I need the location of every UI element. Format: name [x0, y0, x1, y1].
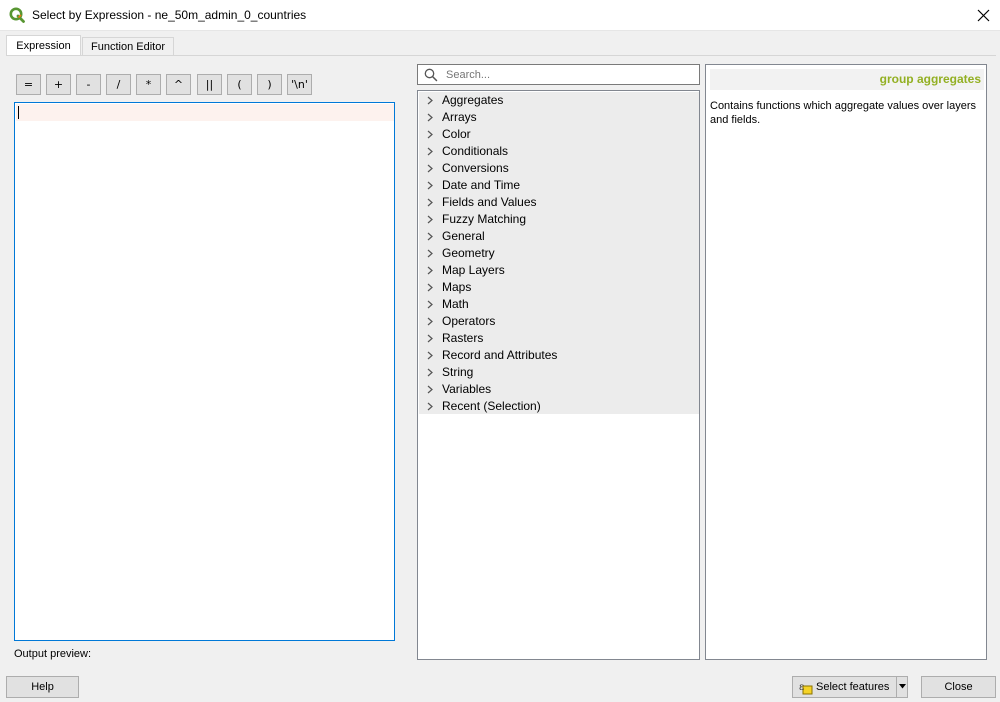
tree-group-label: General: [442, 229, 485, 243]
expression-editor[interactable]: [14, 102, 395, 641]
search-box[interactable]: [417, 64, 700, 85]
operator-power-button[interactable]: ^: [166, 74, 191, 95]
search-input[interactable]: [444, 66, 694, 83]
tree-group-label: Conversions: [442, 161, 509, 175]
operator-close-paren-button[interactable]: ): [257, 74, 282, 95]
tree-group-label: Recent (Selection): [442, 399, 541, 413]
chevron-down-icon: [899, 684, 906, 689]
select-features-label: Select features: [816, 681, 890, 693]
tree-group-item[interactable]: Conditionals: [419, 143, 699, 160]
tree-group-item[interactable]: Aggregates: [419, 92, 699, 109]
chevron-right-icon: [427, 266, 433, 275]
chevron-right-icon: [427, 181, 433, 190]
tree-group-label: Arrays: [442, 110, 477, 124]
operator-newline-button[interactable]: '\n': [287, 74, 312, 95]
tab-pane-border: [6, 55, 996, 56]
tree-group-label: Rasters: [442, 331, 484, 345]
chevron-right-icon: [427, 96, 433, 105]
chevron-right-icon: [427, 300, 433, 309]
operator-divide-button[interactable]: /: [106, 74, 131, 95]
chevron-right-icon: [427, 368, 433, 377]
chevron-right-icon: [427, 113, 433, 122]
qgis-logo-icon: [9, 7, 25, 23]
tree-group-label: Fuzzy Matching: [442, 212, 527, 226]
select-by-expression-icon: ε: [799, 682, 813, 695]
svg-text:ε: ε: [799, 682, 804, 693]
chevron-right-icon: [427, 215, 433, 224]
operator-concat-button[interactable]: ||: [197, 74, 222, 95]
operator-plus-button[interactable]: +: [46, 74, 71, 95]
tab-function-editor[interactable]: Function Editor: [82, 37, 174, 56]
operator-multiply-button[interactable]: *: [136, 74, 161, 95]
tree-group-item[interactable]: Recent (Selection): [419, 398, 699, 415]
tree-group-item[interactable]: String: [419, 364, 699, 381]
tree-group-label: Geometry: [442, 246, 495, 260]
tree-group-item[interactable]: General: [419, 228, 699, 245]
close-icon[interactable]: [976, 8, 991, 23]
tree-group-item[interactable]: Color: [419, 126, 699, 143]
chevron-right-icon: [427, 249, 433, 258]
chevron-right-icon: [427, 402, 433, 411]
help-button[interactable]: Help: [6, 676, 79, 698]
tree-group-label: Date and Time: [442, 178, 521, 192]
tree-group-label: Fields and Values: [442, 195, 537, 209]
operator-open-paren-button[interactable]: (: [227, 74, 252, 95]
help-description: Contains functions which aggregate value…: [710, 100, 976, 126]
tree-group-item[interactable]: Operators: [419, 313, 699, 330]
select-features-dropdown[interactable]: [896, 677, 907, 697]
operator-minus-button[interactable]: -: [76, 74, 101, 95]
tree-group-label: Operators: [442, 314, 496, 328]
chevron-right-icon: [427, 334, 433, 343]
chevron-right-icon: [427, 317, 433, 326]
chevron-right-icon: [427, 385, 433, 394]
chevron-right-icon: [427, 147, 433, 156]
tree-group-label: Maps: [442, 280, 472, 294]
help-panel: group aggregates Contains functions whic…: [705, 64, 987, 660]
tree-group-label: String: [442, 365, 474, 379]
chevron-right-icon: [427, 198, 433, 207]
chevron-right-icon: [427, 232, 433, 241]
tree-group-label: Map Layers: [442, 263, 505, 277]
tree-group-item[interactable]: Map Layers: [419, 262, 699, 279]
tree-group-item[interactable]: Date and Time: [419, 177, 699, 194]
tree-group-label: Color: [442, 127, 471, 141]
tree-group-item[interactable]: Geometry: [419, 245, 699, 262]
chevron-right-icon: [427, 283, 433, 292]
current-line-highlight: [16, 104, 394, 121]
tree-group-item[interactable]: Maps: [419, 279, 699, 296]
chevron-right-icon: [427, 351, 433, 360]
tab-expression[interactable]: Expression: [6, 35, 81, 56]
chevron-right-icon: [427, 164, 433, 173]
tree-group-item[interactable]: Fields and Values: [419, 194, 699, 211]
select-features-main[interactable]: ε Select features: [793, 677, 896, 697]
tree-group-label: Conditionals: [442, 144, 509, 158]
tree-group-item[interactable]: Arrays: [419, 109, 699, 126]
tree-group-label: Math: [442, 297, 469, 311]
tree-group-item[interactable]: Conversions: [419, 160, 699, 177]
text-caret: [18, 106, 19, 119]
help-title: group aggregates: [710, 69, 984, 90]
close-button[interactable]: Close: [921, 676, 996, 698]
tree-group-item[interactable]: Record and Attributes: [419, 347, 699, 364]
select-features-button[interactable]: ε Select features: [792, 676, 908, 698]
tree-group-item[interactable]: Fuzzy Matching: [419, 211, 699, 228]
tree-group-label: Record and Attributes: [442, 348, 558, 362]
title-bar: Select by Expression - ne_50m_admin_0_co…: [0, 0, 1000, 31]
tree-group-item[interactable]: Variables: [419, 381, 699, 398]
search-icon: [424, 68, 438, 82]
tree-group-item[interactable]: Rasters: [419, 330, 699, 347]
window-title: Select by Expression - ne_50m_admin_0_co…: [32, 8, 307, 22]
tree-group-label: Aggregates: [442, 93, 504, 107]
tree-group-item[interactable]: Math: [419, 296, 699, 313]
operator-equals-button[interactable]: =: [16, 74, 41, 95]
function-tree[interactable]: Aggregates Arrays Color Conditionals Convers…: [417, 90, 700, 660]
output-preview-label: Output preview:: [14, 648, 92, 660]
tree-group-label: Variables: [442, 382, 492, 396]
chevron-right-icon: [427, 130, 433, 139]
